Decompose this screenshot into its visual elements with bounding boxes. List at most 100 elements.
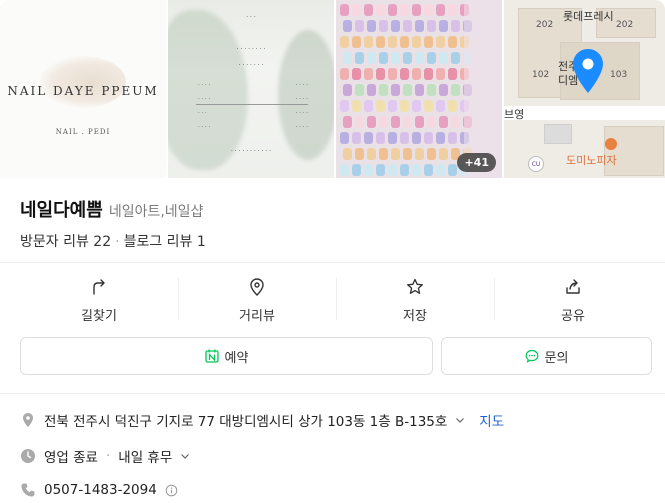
nail-tip-swatch — [415, 148, 424, 160]
photo-nail-tips[interactable]: +41 — [336, 0, 502, 178]
directions-label: 길찾기 — [81, 308, 117, 324]
nail-tip-swatch — [352, 164, 361, 176]
chat-bubble-icon — [525, 349, 538, 363]
inquiry-button[interactable]: 문의 — [441, 337, 652, 375]
photo-logo[interactable]: NAIL DAYE PPEUM NAIL . PEDI — [0, 0, 166, 178]
nail-tip-swatch — [439, 148, 448, 160]
nail-tip-swatch — [352, 100, 361, 112]
nail-tip-swatch — [424, 68, 433, 80]
nail-tip-swatch — [388, 164, 397, 176]
nail-tip-swatch — [403, 84, 412, 96]
map-label: 103 — [610, 70, 628, 80]
nail-tip-swatch — [352, 132, 361, 144]
nail-tip-swatch — [415, 52, 424, 64]
more-photos-badge[interactable]: +41 — [457, 153, 496, 172]
nail-tip-swatch — [343, 148, 352, 160]
nail-tip-swatch — [427, 148, 436, 160]
address-text: 전북 전주시 덕진구 기지로 77 대방디엠시티 상가 103동 1층 B-13… — [44, 414, 448, 430]
nail-tip-swatch — [424, 4, 433, 16]
nail-tip-swatch — [364, 164, 373, 176]
business-status: 영업 종료 — [44, 450, 98, 466]
nail-tip-swatch — [415, 20, 424, 32]
nail-tip-swatch — [400, 4, 409, 16]
nail-tip-swatch — [388, 68, 397, 80]
place-category: 네일아트,네일샵 — [108, 204, 204, 220]
nail-tip-swatch — [379, 116, 388, 128]
nail-tip-swatch — [391, 116, 400, 128]
nail-tip-swatch — [391, 84, 400, 96]
phone-icon — [21, 483, 35, 497]
directions-button[interactable]: 길찾기 — [20, 266, 178, 334]
place-header: 네일다예쁨 네일아트,네일샵 — [20, 196, 203, 222]
map-road — [504, 106, 665, 120]
map-link[interactable]: 지도 — [479, 410, 504, 430]
streetview-button[interactable]: 거리뷰 — [178, 266, 336, 334]
cu-store-icon: CU — [528, 156, 544, 172]
nail-tip-swatch — [367, 148, 376, 160]
location-pin-icon — [573, 49, 603, 93]
nail-tip-swatch — [424, 100, 433, 112]
naver-booking-icon — [204, 349, 219, 363]
nail-tip-swatch — [364, 100, 373, 112]
nail-tip-swatch — [412, 36, 421, 48]
map-label: 102 — [532, 70, 550, 80]
next-hours: 내일 휴무 — [118, 450, 173, 466]
nail-tip-swatch — [352, 4, 361, 16]
nail-tip-swatch — [448, 164, 457, 176]
nail-tip-swatch — [427, 52, 436, 64]
menu-row: · · · · · · · · — [198, 124, 308, 130]
logo-text: NAIL DAYE PPEUM — [7, 84, 159, 98]
nail-tip-swatch — [367, 52, 376, 64]
info-icon[interactable] — [165, 484, 178, 497]
directions-icon — [93, 278, 105, 295]
nail-tip-swatch — [343, 20, 352, 32]
nail-tip-swatch — [364, 68, 373, 80]
nail-tip-swatch — [451, 20, 460, 32]
visitor-reviews-link[interactable]: 방문자 리뷰 22 — [20, 234, 111, 250]
save-label: 저장 — [403, 308, 427, 324]
map-pin-outline-icon — [250, 277, 264, 296]
divider — [0, 393, 665, 394]
logo-brush-mark — [40, 56, 126, 108]
nail-tip-swatch — [340, 36, 349, 48]
nail-tip-swatch — [400, 132, 409, 144]
nail-tip-swatch — [376, 132, 385, 144]
blog-reviews-link[interactable]: 블로그 리뷰 1 — [124, 234, 206, 250]
nail-tip-swatch — [391, 148, 400, 160]
place-name: 네일다예쁨 — [20, 200, 103, 221]
nail-tip-swatch — [436, 4, 445, 16]
reserve-label: 예약 — [224, 350, 249, 366]
photo-price-menu[interactable]: · · · · · · · · · · · · · · · · · · · · … — [168, 0, 334, 178]
reserve-button[interactable]: 예약 — [20, 337, 433, 375]
streetview-label: 거리뷰 — [239, 308, 275, 324]
nail-tip-swatch — [379, 148, 388, 160]
nail-tip-swatch — [439, 52, 448, 64]
nail-tip-swatch — [376, 100, 385, 112]
nail-tip-swatch — [340, 164, 349, 176]
nail-tip-swatch — [448, 68, 457, 80]
nail-tip-swatch — [427, 20, 436, 32]
menu-row: · · · · · · · · — [198, 82, 308, 88]
nail-tip-swatch — [412, 4, 421, 16]
address-row: 전북 전주시 덕진구 기지로 77 대방디엠시티 상가 103동 1층 B-13… — [20, 410, 504, 430]
map-label: 브영 — [504, 108, 525, 121]
nail-tip-swatch — [424, 164, 433, 176]
nail-tip-swatch — [448, 100, 457, 112]
nail-tip-swatch — [400, 68, 409, 80]
nail-tip-swatch — [400, 36, 409, 48]
nail-tip-swatch — [355, 84, 364, 96]
inquiry-label: 문의 — [544, 350, 569, 366]
nail-tip-swatch — [451, 116, 460, 128]
menu-note: · · · · · · · · · · · — [230, 148, 272, 155]
nail-tip-swatch — [400, 100, 409, 112]
menu-subheading: · · · · · · · — [238, 62, 264, 69]
nail-tip-swatch — [343, 116, 352, 128]
nail-tip-swatch — [391, 52, 400, 64]
chevron-down-icon[interactable] — [180, 451, 190, 461]
nail-tip-swatch — [436, 100, 445, 112]
nail-tip-swatch — [439, 84, 448, 96]
chevron-down-icon[interactable] — [455, 415, 465, 425]
save-button[interactable]: 저장 — [336, 266, 494, 334]
share-label: 공유 — [561, 308, 585, 324]
share-button[interactable]: 공유 — [494, 266, 652, 334]
